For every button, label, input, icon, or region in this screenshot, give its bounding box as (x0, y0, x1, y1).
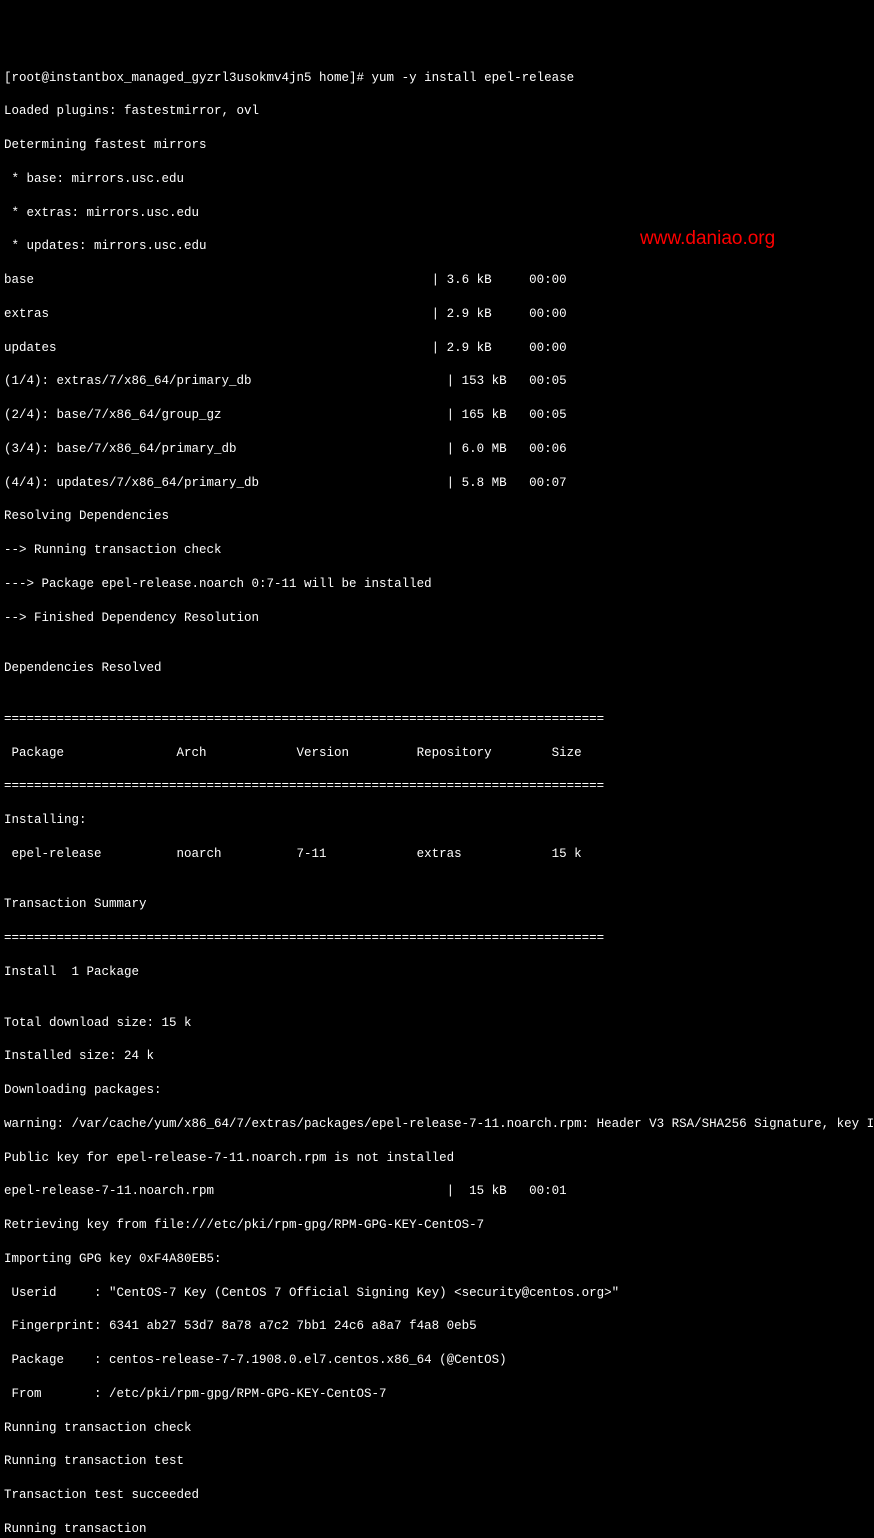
terminal-output-line: Public key for epel-release-7-11.noarch.… (4, 1150, 870, 1167)
terminal-output-line: Importing GPG key 0xF4A80EB5: (4, 1251, 870, 1268)
terminal-output-line: Dependencies Resolved (4, 660, 870, 677)
terminal-output-line: From : /etc/pki/rpm-gpg/RPM-GPG-KEY-Cent… (4, 1386, 870, 1403)
terminal-divider: ========================================… (4, 711, 870, 728)
terminal-output-line: updates | 2.9 kB 00:00 (4, 340, 870, 357)
terminal-output-line: Install 1 Package (4, 964, 870, 981)
terminal-output-line: ---> Package epel-release.noarch 0:7-11 … (4, 576, 870, 593)
terminal-output-line: Userid : "CentOS-7 Key (CentOS 7 Officia… (4, 1285, 870, 1302)
terminal-divider: ========================================… (4, 930, 870, 947)
terminal-output-line: (3/4): base/7/x86_64/primary_db | 6.0 MB… (4, 441, 870, 458)
watermark-url: www.daniao.org (640, 226, 775, 252)
terminal-output-line: (1/4): extras/7/x86_64/primary_db | 153 … (4, 373, 870, 390)
terminal-output-line: extras | 2.9 kB 00:00 (4, 306, 870, 323)
table-row: epel-release noarch 7-11 extras 15 k (4, 846, 870, 863)
terminal-output-line: Determining fastest mirrors (4, 137, 870, 154)
terminal-output-line: epel-release-7-11.noarch.rpm | 15 kB 00:… (4, 1183, 870, 1200)
terminal-output-line: Resolving Dependencies (4, 508, 870, 525)
terminal-output-line: * extras: mirrors.usc.edu (4, 205, 870, 222)
terminal-output-line: (4/4): updates/7/x86_64/primary_db | 5.8… (4, 475, 870, 492)
terminal-divider: ========================================… (4, 778, 870, 795)
terminal-output-line: Package : centos-release-7-7.1908.0.el7.… (4, 1352, 870, 1369)
terminal-output-line: Fingerprint: 6341 ab27 53d7 8a78 a7c2 7b… (4, 1318, 870, 1335)
terminal-output-line: Installing: (4, 812, 870, 829)
terminal-output-line: Transaction Summary (4, 896, 870, 913)
terminal-output-line: Downloading packages: (4, 1082, 870, 1099)
terminal-output-line: * base: mirrors.usc.edu (4, 171, 870, 188)
terminal-output-line: (2/4): base/7/x86_64/group_gz | 165 kB 0… (4, 407, 870, 424)
terminal-output-line: --> Running transaction check (4, 542, 870, 559)
terminal-output-line: Loaded plugins: fastestmirror, ovl (4, 103, 870, 120)
terminal-output-line: Running transaction (4, 1521, 870, 1538)
terminal-output-line: Total download size: 15 k (4, 1015, 870, 1032)
table-header: Package Arch Version Repository Size (4, 745, 870, 762)
terminal-output-line: Running transaction check (4, 1420, 870, 1437)
terminal-output-line: Running transaction test (4, 1453, 870, 1470)
terminal-output-line: warning: /var/cache/yum/x86_64/7/extras/… (4, 1116, 870, 1133)
shell-prompt-line[interactable]: [root@instantbox_managed_gyzrl3usokmv4jn… (4, 70, 870, 87)
terminal-output-line: Transaction test succeeded (4, 1487, 870, 1504)
terminal-output-line: --> Finished Dependency Resolution (4, 610, 870, 627)
terminal-output-line: base | 3.6 kB 00:00 (4, 272, 870, 289)
terminal-output-line: Installed size: 24 k (4, 1048, 870, 1065)
terminal-output-line: Retrieving key from file:///etc/pki/rpm-… (4, 1217, 870, 1234)
